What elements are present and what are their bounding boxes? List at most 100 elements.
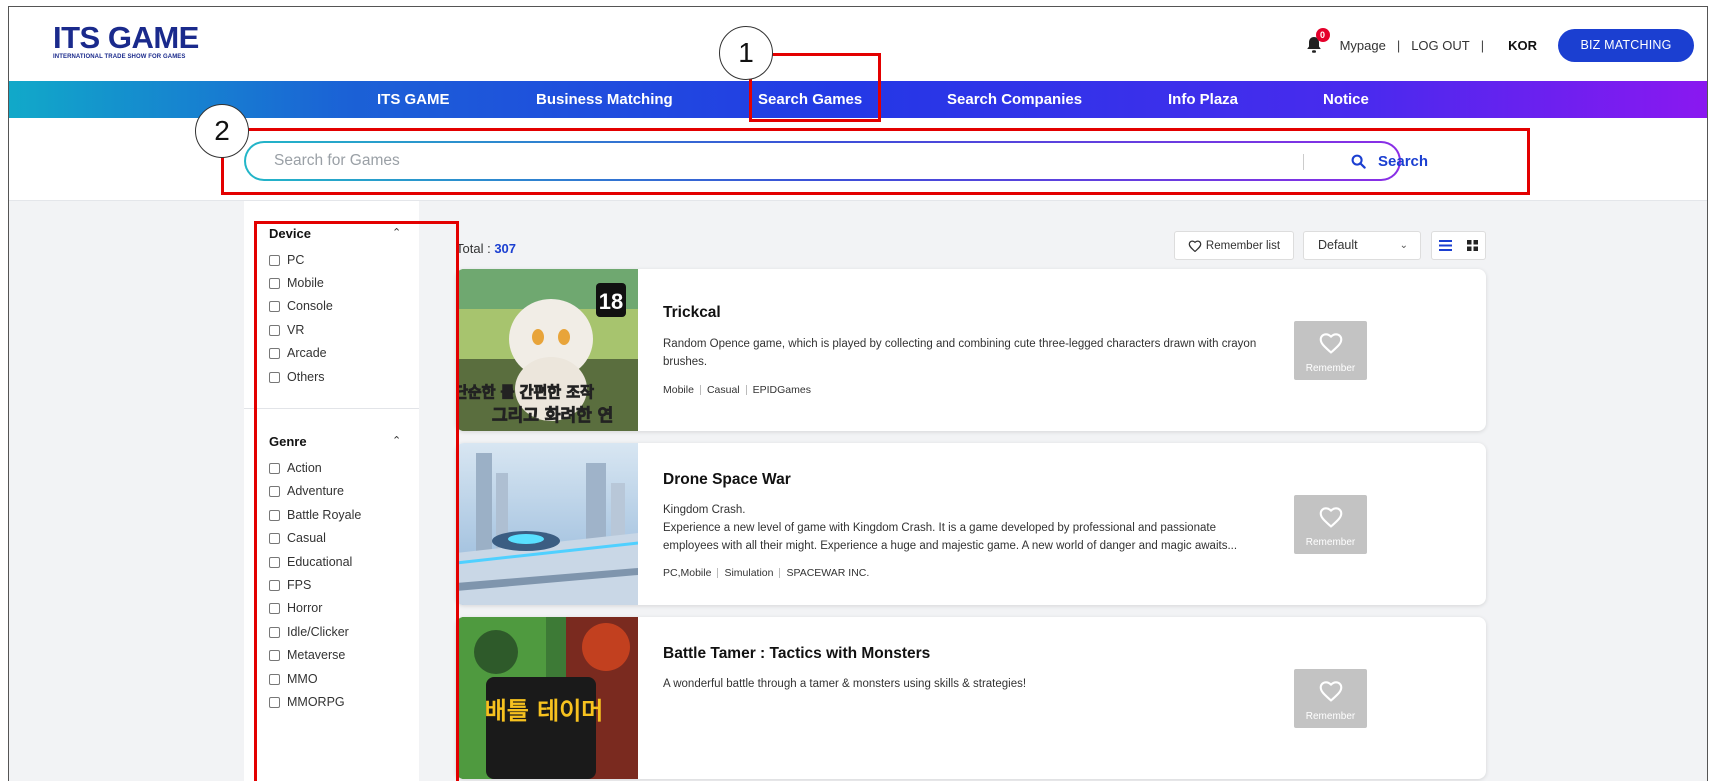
checkbox[interactable] [269,532,280,544]
filter-option-label: Idle/Clicker [287,625,349,639]
game-title[interactable]: Battle Tamer : Tactics with Monsters [663,645,930,663]
thumb-title-art: 배틀 테이머 [485,697,604,725]
chevron-up-icon[interactable]: ⌃ [392,434,401,447]
sort-dropdown[interactable]: Default ⌄ [1303,231,1421,260]
search-button[interactable]: Search [1351,143,1428,179]
mypage-link[interactable]: Mypage [1340,38,1386,53]
checkbox[interactable] [269,509,280,521]
language-switch[interactable]: KOR [1508,38,1537,53]
checkbox[interactable] [269,649,280,661]
checkbox[interactable] [269,371,280,383]
notification-bell-icon[interactable]: 0 [1304,28,1330,55]
heart-outline-icon [1188,240,1202,252]
chevron-down-icon: ⌄ [1399,240,1408,251]
filter-option-fps[interactable]: FPS [269,578,311,592]
search-input[interactable] [274,143,1174,179]
game-card[interactable]: Drone Space War Kingdom Crash. Experienc… [456,443,1486,605]
nav-search-games[interactable]: Search Games [758,81,862,118]
filter-option-console[interactable]: Console [269,299,333,313]
checkbox[interactable] [269,254,280,266]
remember-label: Remember [1305,711,1356,722]
game-title[interactable]: Drone Space War [663,471,791,489]
filter-option-action[interactable]: Action [269,461,322,475]
nav-business-matching[interactable]: Business Matching [536,81,673,118]
game-card[interactable]: 18 단순한 룰 간편한 조작 그리고 화려한 연 Trickcal Rando… [456,269,1486,431]
checkbox[interactable] [269,324,280,336]
checkbox[interactable] [269,485,280,497]
filter-option-mobile[interactable]: Mobile [269,276,324,290]
checkbox[interactable] [269,277,280,289]
filter-option-label: MMO [287,672,318,686]
search-divider [1303,154,1304,170]
game-thumbnail-trickcal[interactable]: 18 단순한 룰 간편한 조작 그리고 화려한 연 [456,269,638,431]
site-logo[interactable]: ITS GAME INTERNATIONAL TRADE SHOW FOR GA… [53,22,199,60]
checkbox[interactable] [269,579,280,591]
checkbox[interactable] [269,673,280,685]
filter-option-idle-clicker[interactable]: Idle/Clicker [269,625,349,639]
tag-genre: Casual [706,384,740,396]
filter-option-label: Horror [287,601,323,615]
annotation-marker-2: 2 [195,104,249,158]
filter-option-educational[interactable]: Educational [269,555,352,569]
checkbox[interactable] [269,556,280,568]
age-rating-badge: 18 [599,289,623,314]
total-count: Total : 307 [456,241,516,256]
checkbox[interactable] [269,696,280,708]
list-view-icon[interactable] [1432,232,1459,259]
sort-value: Default [1318,238,1358,252]
remember-button[interactable]: Remember [1294,495,1367,554]
checkbox[interactable] [269,300,280,312]
nav-info-plaza[interactable]: Info Plaza [1168,81,1238,118]
filter-option-label: PC [287,253,305,267]
biz-matching-button[interactable]: BIZ MATCHING [1558,29,1694,62]
filter-option-others[interactable]: Others [269,370,325,384]
search-box: Search [244,141,1428,181]
tag-device: PC,Mobile [663,567,712,579]
remember-button[interactable]: Remember [1294,669,1367,728]
tag-divider [699,385,701,395]
filter-option-adventure[interactable]: Adventure [269,484,344,498]
game-card[interactable]: 배틀 테이머 Battle Tamer : Tactics with Monst… [456,617,1486,779]
remember-button[interactable]: Remember [1294,321,1367,380]
game-tags: PC,Mobile Simulation SPACEWAR INC. [663,567,869,579]
filter-option-label: Adventure [287,484,344,498]
filter-option-casual[interactable]: Casual [269,531,326,545]
heart-outline-icon [1319,681,1342,702]
nav-its-game[interactable]: ITS GAME [377,81,450,118]
game-description: Random Opence game, which is played by c… [663,338,1257,368]
logout-link[interactable]: LOG OUT [1411,38,1470,53]
tag-divider [779,568,781,578]
nav-search-companies[interactable]: Search Companies [947,81,1082,118]
grid-view-icon[interactable] [1459,232,1486,259]
remember-list-button[interactable]: Remember list [1174,231,1294,260]
checkbox[interactable] [269,462,280,474]
divider: | [1396,37,1401,53]
utility-links: 0 Mypage | LOG OUT | KOR [1304,28,1537,55]
filter-option-label: Metaverse [287,648,346,662]
filter-option-mmo[interactable]: MMO [269,672,318,686]
game-title[interactable]: Trickcal [663,304,721,322]
filter-option-mmorpg[interactable]: MMORPG [269,695,345,709]
filter-option-pc[interactable]: PC [269,253,304,267]
nav-notice[interactable]: Notice [1323,81,1369,118]
checkbox[interactable] [269,626,280,638]
filter-option-battle-royale[interactable]: Battle Royale [269,508,361,522]
filter-option-label: Arcade [287,346,327,360]
app-window: ITS GAME INTERNATIONAL TRADE SHOW FOR GA… [8,6,1708,781]
filter-option-vr[interactable]: VR [269,323,304,337]
thumb-caption-line1: 단순한 룰 간편한 조작 [456,383,594,401]
chevron-up-icon[interactable]: ⌃ [392,226,401,239]
tag-divider [717,568,719,578]
filter-option-label: VR [287,323,305,337]
filter-option-horror[interactable]: Horror [269,601,322,615]
checkbox[interactable] [269,347,280,359]
tag-company: EPIDGames [752,384,811,396]
tag-device: Mobile [663,384,694,396]
filter-option-arcade[interactable]: Arcade [269,346,327,360]
filter-option-metaverse[interactable]: Metaverse [269,648,345,662]
game-thumbnail-drone-space-war[interactable] [456,443,638,605]
game-description: Kingdom Crash. Experience a new level of… [663,504,1238,552]
checkbox[interactable] [269,602,280,614]
remember-label: Remember [1305,537,1356,548]
game-thumbnail-battle-tamer[interactable]: 배틀 테이머 [456,617,638,779]
